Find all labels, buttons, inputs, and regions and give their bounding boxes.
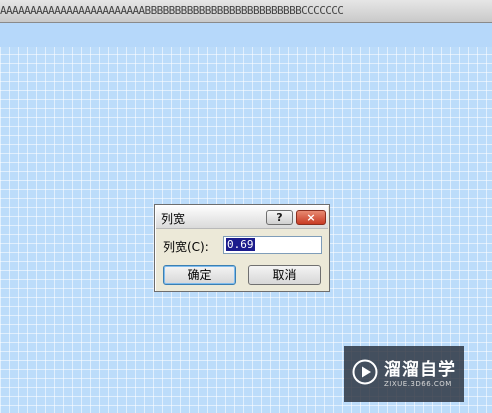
column-width-value: 0.69 bbox=[226, 238, 255, 251]
column-width-input[interactable]: 0.69 bbox=[223, 236, 322, 254]
column-header-labels: AAAAAAAAAAAAAAAAAAAAAAAABBBBBBBBBBBBBBBB… bbox=[0, 4, 344, 17]
column-header-bar[interactable]: AAAAAAAAAAAAAAAAAAAAAAAABBBBBBBBBBBBBBBB… bbox=[0, 0, 492, 23]
dialog-titlebar[interactable]: 列宽 ? × bbox=[156, 206, 328, 229]
column-width-dialog: 列宽 ? × 列宽(C): 0.69 确定 取消 bbox=[154, 204, 330, 292]
play-logo-icon bbox=[352, 359, 378, 385]
column-width-label: 列宽(C): bbox=[163, 240, 209, 254]
help-button[interactable]: ? bbox=[266, 210, 293, 225]
close-button[interactable]: × bbox=[296, 210, 326, 225]
sheet-top-strip bbox=[0, 23, 492, 47]
dialog-title: 列宽 bbox=[161, 212, 186, 226]
cancel-button[interactable]: 取消 bbox=[248, 265, 321, 285]
watermark-logo: 溜溜自学 ZIXUE.3D66.COM bbox=[344, 346, 464, 402]
watermark-url: ZIXUE.3D66.COM bbox=[384, 380, 452, 388]
watermark-brand: 溜溜自学 bbox=[384, 360, 456, 380]
ok-button[interactable]: 确定 bbox=[163, 265, 236, 285]
